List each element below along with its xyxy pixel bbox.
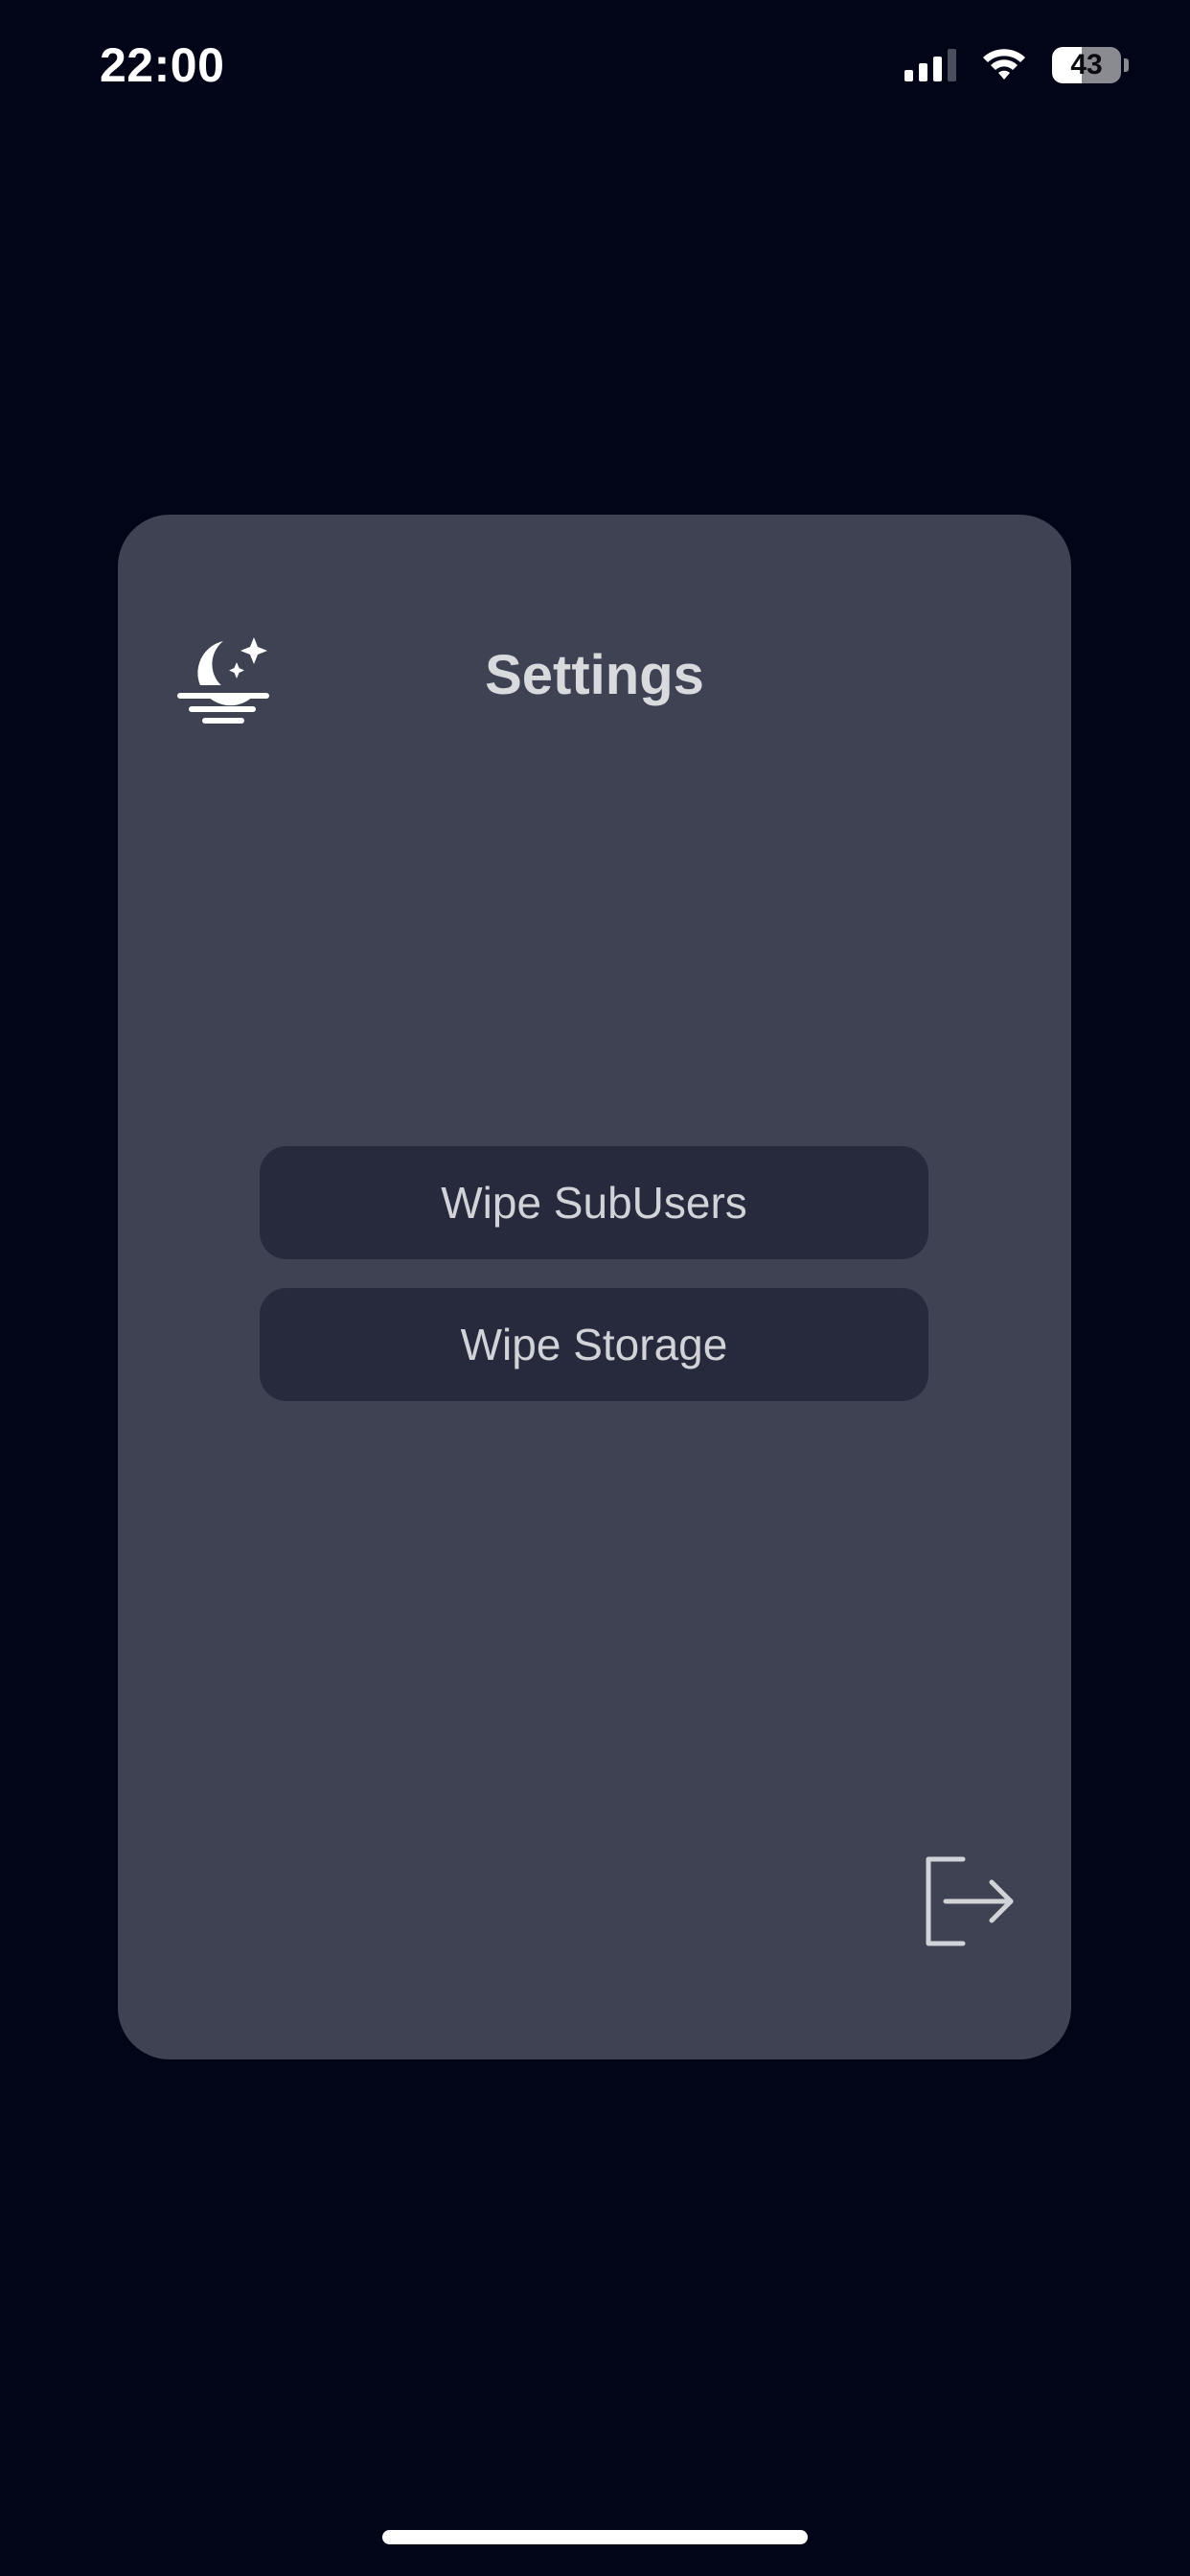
home-indicator[interactable] bbox=[382, 2530, 808, 2544]
battery-level-text: 43 bbox=[1070, 49, 1103, 80]
cellular-signal-icon bbox=[904, 49, 956, 81]
page-title: Settings bbox=[485, 644, 704, 706]
wifi-icon bbox=[981, 48, 1027, 82]
status-indicators: 43 bbox=[904, 44, 1129, 86]
wipe-subusers-button[interactable]: Wipe SubUsers bbox=[260, 1146, 928, 1259]
settings-card: Settings Wipe SubUsers Wipe Storage bbox=[118, 515, 1071, 2059]
logout-icon[interactable] bbox=[925, 1855, 1017, 1947]
battery-icon: 43 bbox=[1052, 47, 1129, 83]
wipe-storage-button[interactable]: Wipe Storage bbox=[260, 1288, 928, 1401]
status-time: 22:00 bbox=[100, 38, 225, 92]
